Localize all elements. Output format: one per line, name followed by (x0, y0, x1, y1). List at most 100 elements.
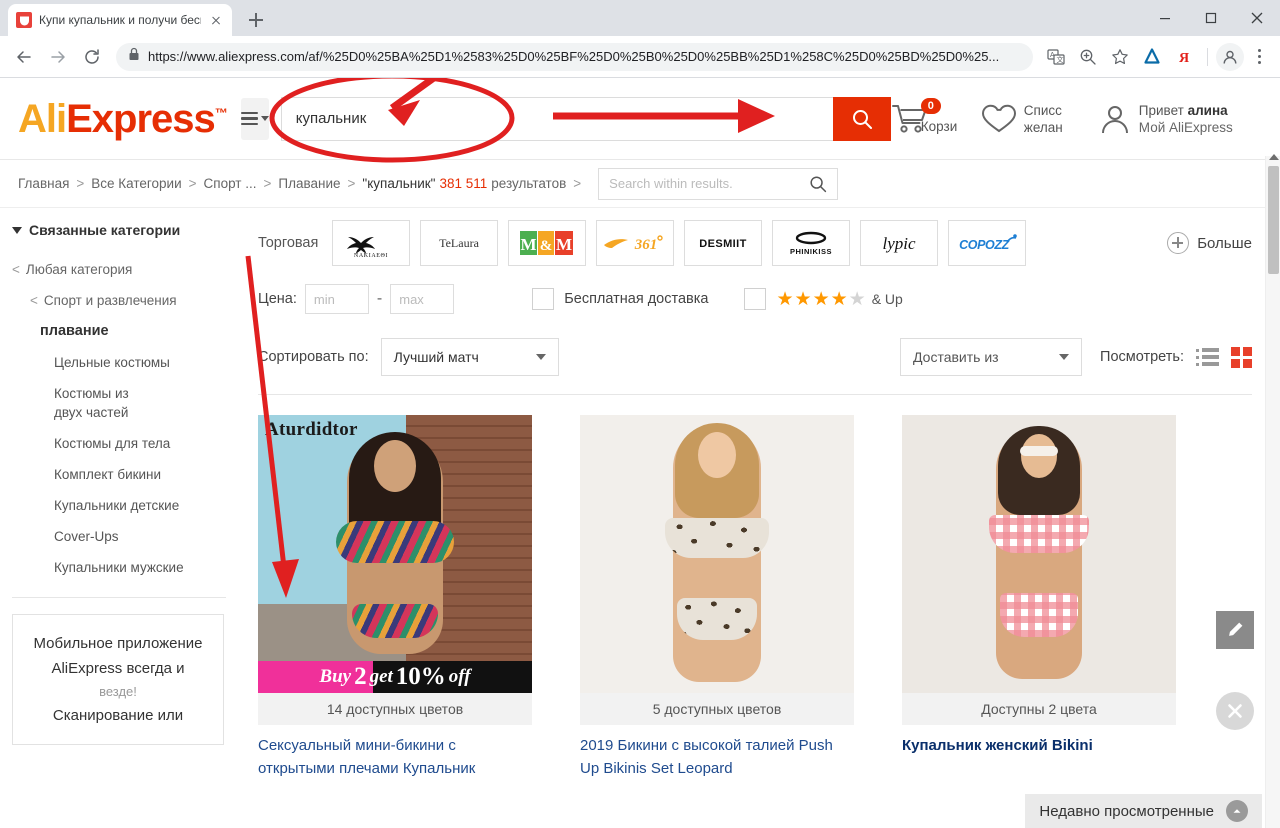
results-count-suffix: результатов (491, 176, 567, 191)
sort-select[interactable]: Лучший матч (380, 338, 559, 376)
translate-icon[interactable]: A文 (1041, 42, 1071, 72)
account-button[interactable]: Привет алина Мой AliExpress (1098, 102, 1233, 136)
zoom-icon[interactable] (1073, 42, 1103, 72)
product-title[interactable]: 2019 Бикини с высокой талией Push Up Bik… (580, 734, 854, 780)
rating-filter-checkbox[interactable] (744, 288, 767, 310)
brand-tile-nakiaethi[interactable]: NAKIAEΘI (332, 220, 411, 266)
edit-floating-button[interactable] (1216, 611, 1254, 649)
svg-text:361: 361 (634, 237, 658, 253)
sidebar-item-mens-swimwear[interactable]: Купальники мужские (12, 552, 236, 583)
price-max-input[interactable] (390, 284, 455, 314)
grid-view-icon[interactable] (1231, 346, 1252, 368)
list-view-icon[interactable] (1196, 348, 1219, 366)
svg-text:PHINIKISS: PHINIKISS (790, 247, 832, 256)
more-brands-button[interactable]: Больше (1167, 232, 1252, 254)
brand-tile-telaura[interactable]: TeLaura (420, 220, 499, 266)
chrome-menu-icon[interactable] (1246, 42, 1272, 72)
browser-tab[interactable]: Купи купальник и получи беспл (8, 4, 232, 36)
promo-banner: Buy 2 get 10% off (258, 661, 532, 693)
profile-avatar-icon[interactable] (1216, 42, 1244, 71)
brand-tile-phinikiss[interactable]: PHINIKISS (772, 220, 851, 266)
brand-tile-desmiit[interactable]: DESMIIT (684, 220, 763, 266)
sidebar-item-any-category[interactable]: < Любая категория (12, 254, 236, 285)
scroll-up-arrow-icon[interactable] (1269, 154, 1279, 160)
breadcrumb-separator: > (76, 176, 85, 191)
close-button[interactable] (1234, 0, 1280, 36)
sidebar-item-one-piece[interactable]: Цельные костюмы (12, 347, 236, 378)
product-image[interactable] (580, 415, 854, 693)
brand-tile-361[interactable]: 361 (596, 220, 675, 266)
star-icon: ★ (830, 288, 848, 310)
new-tab-button[interactable] (242, 6, 270, 34)
product-image[interactable] (902, 415, 1176, 693)
all-categories-button[interactable] (240, 97, 269, 140)
search-within-input[interactable] (609, 176, 810, 191)
product-title[interactable]: Сексуальный мини-бикини с открытыми плеч… (258, 734, 532, 780)
sidebar-item-bodysuits[interactable]: Костюмы для тела (12, 428, 236, 459)
bookmark-star-icon[interactable] (1105, 42, 1135, 72)
reload-button[interactable] (76, 41, 108, 73)
aliexpress-logo[interactable]: AliExpress™ (18, 96, 228, 141)
back-button[interactable] (8, 41, 40, 73)
sidebar-title[interactable]: Связанные категории (12, 222, 236, 238)
brand-tile-copozz[interactable]: COPOZZ (948, 220, 1027, 266)
search-within-results[interactable] (598, 167, 839, 200)
logo-express: Express (66, 96, 216, 141)
product-image[interactable]: Aturdidtor Buy 2 get 10% off (258, 415, 532, 693)
product-card[interactable]: Доступны 2 цвета Купальник женский Bikin… (902, 415, 1176, 780)
maximize-button[interactable] (1188, 0, 1234, 36)
product-title[interactable]: Купальник женский Bikini (902, 734, 1176, 757)
recently-viewed-bar[interactable]: Недавно просмотренные (1025, 794, 1262, 828)
view-toggle (1196, 346, 1252, 368)
page-content: AliExpress™ 0 Корзи (0, 78, 1280, 828)
address-bar[interactable]: https://www.aliexpress.com/af/%25D0%25BA… (116, 42, 1033, 71)
sidebar-item-swimming-current[interactable]: плавание (12, 316, 236, 347)
my-aliexpress-label: Мой AliExpress (1138, 119, 1233, 135)
search-input[interactable] (280, 96, 833, 141)
minimize-button[interactable] (1142, 0, 1188, 36)
sidebar-item-bikini-set[interactable]: Комплект бикини (12, 459, 236, 490)
mobile-app-promo: Мобильное приложение AliExpress всегда и… (12, 614, 224, 745)
breadcrumb-item-all-categories[interactable]: Все Категории (91, 176, 181, 191)
chevron-up-icon[interactable] (1226, 800, 1248, 822)
brand-tile-mm[interactable]: M & M (508, 220, 587, 266)
tab-close-icon[interactable] (208, 12, 224, 28)
free-shipping-checkbox[interactable] (532, 288, 555, 310)
close-floating-button[interactable] (1216, 692, 1254, 730)
breadcrumb-item-swimming[interactable]: Плавание (278, 176, 340, 191)
svg-text:M: M (521, 235, 537, 254)
breadcrumb-separator: > (188, 176, 197, 191)
sidebar-item-cover-ups[interactable]: Cover-Ups (12, 521, 236, 552)
search-button[interactable] (832, 96, 891, 141)
sidebar-item-two-piece[interactable]: Костюмы из двух частей (12, 378, 160, 428)
sidebar-item-kids-swimwear[interactable]: Купальники детские (12, 490, 236, 521)
rating-suffix-label: & Up (871, 291, 903, 307)
rating-stars[interactable]: ★ ★ ★ ★ ★ (776, 290, 865, 309)
breadcrumb-item-sport[interactable]: Спорт ... (204, 176, 257, 191)
brand-tile-lypic[interactable]: lypic (860, 220, 939, 266)
breadcrumb-item-home[interactable]: Главная (18, 176, 69, 191)
search-box (280, 96, 891, 141)
sidebar: Связанные категории < Любая категория < Сп… (0, 208, 236, 745)
scrollbar-thumb[interactable] (1268, 166, 1279, 274)
sort-bar: Сортировать по: Лучший матч Доставить из… (258, 338, 1252, 395)
ship-from-select[interactable]: Доставить из (900, 338, 1083, 376)
banner-num: 2 (354, 663, 367, 690)
toolbar-divider (1207, 47, 1208, 66)
product-card[interactable]: 5 доступных цветов 2019 Бикини с высокой… (580, 415, 854, 780)
price-min-input[interactable] (304, 284, 369, 314)
svg-text:M: M (556, 235, 572, 254)
drop-extension-icon[interactable] (1137, 42, 1167, 72)
chevron-left-icon: < (12, 262, 20, 277)
brand-filter-row: Торговая NAKIAEΘI TeLaura M & M 361 DESM… (258, 220, 1252, 266)
header-actions: 0 Корзи Списс желан Привет алина Мой Ali… (891, 97, 1263, 136)
page-scrollbar[interactable] (1265, 154, 1280, 828)
wishlist-button[interactable]: Списс желан (981, 102, 1070, 136)
product-card[interactable]: Aturdidtor Buy 2 get 10% off 14 доступны… (258, 415, 532, 780)
sidebar-item-sports[interactable]: < Спорт и развлечения (12, 285, 236, 316)
forward-button[interactable] (42, 41, 74, 73)
wishlist-label-line1: Списс (1023, 102, 1062, 118)
search-icon (852, 109, 872, 129)
cart-button[interactable]: 0 Корзи (891, 97, 957, 136)
yandex-extension-icon[interactable]: Я (1169, 42, 1199, 72)
